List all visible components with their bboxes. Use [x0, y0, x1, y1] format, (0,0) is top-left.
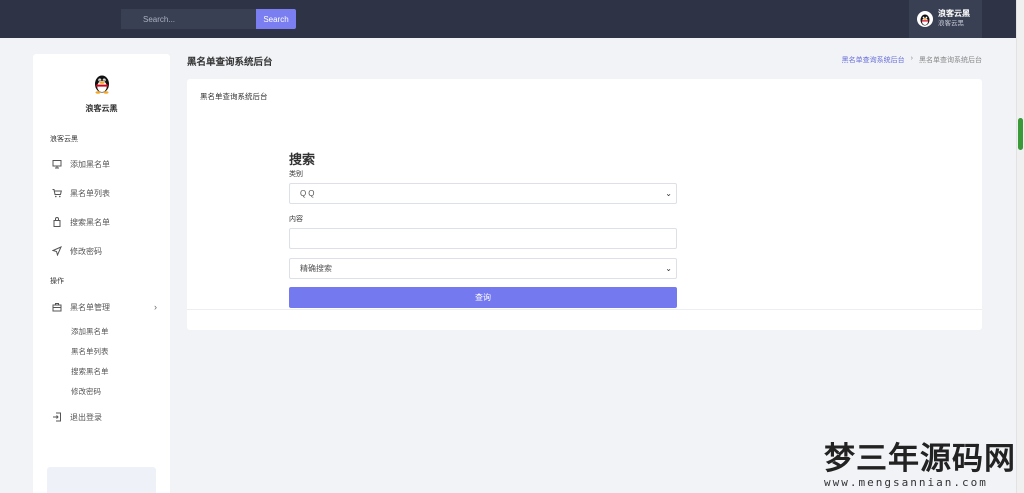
sidebar-item-label: 修改密码	[70, 246, 102, 256]
sidebar-item-blacklist-list[interactable]: 黑名单列表	[51, 186, 161, 200]
sidebar-item-label: 退出登录	[70, 412, 102, 422]
search-input[interactable]	[121, 9, 256, 29]
cart-icon	[51, 187, 63, 199]
category-label: 类别	[289, 171, 303, 178]
watermark-title: 梦三年源码网	[824, 441, 1016, 477]
sidebar-item-change-password[interactable]: 修改密码	[51, 244, 161, 258]
sidebar: 浪客云黑 浪客云黑 添加黑名单 黑名单列表 搜索黑名单 修改密码 操作 黑名单管…	[33, 54, 170, 493]
top-bar: Search 浪客云黑 浪客云黑	[0, 0, 1016, 38]
query-button[interactable]: 查询	[289, 287, 677, 308]
card-divider	[187, 309, 982, 310]
sidebar-item-label: 搜索黑名单	[70, 217, 110, 227]
sidebar-item-logout[interactable]: 退出登录	[51, 410, 161, 424]
chevron-down-icon: ⌄	[665, 264, 672, 273]
card-header: 黑名单查询系统后台	[200, 92, 268, 101]
sidebar-item-label: 添加黑名单	[70, 159, 110, 169]
send-icon	[51, 245, 63, 257]
breadcrumb-current: 黑名单查询系统后台	[919, 57, 982, 64]
section-title-ops: 操作	[50, 278, 64, 285]
sub-item-add-blacklist[interactable]: 添加黑名单	[71, 326, 109, 337]
search-mode-value: 精确搜索	[300, 264, 332, 273]
page-title: 黑名单查询系统后台	[187, 57, 273, 68]
section-title-main: 浪客云黑	[50, 136, 78, 143]
briefcase-icon	[51, 301, 63, 313]
sidebar-item-add-blacklist[interactable]: 添加黑名单	[51, 157, 161, 171]
form-title: 搜索	[289, 152, 316, 167]
watermark-url: www.mengsannian.com	[824, 476, 988, 489]
logout-icon	[51, 411, 63, 423]
monitor-icon	[51, 158, 63, 170]
breadcrumb-link[interactable]: 黑名单查询系统后台	[842, 55, 905, 65]
content-label: 内容	[289, 216, 303, 223]
search-mode-select[interactable]: 精确搜索 ⌄	[289, 258, 677, 279]
penguin-avatar-icon	[917, 11, 933, 27]
sidebar-item-label: 黑名单列表	[70, 188, 110, 198]
page-scrollbar[interactable]	[1016, 0, 1024, 493]
brand: 浪客云黑	[33, 72, 170, 114]
chevron-right-icon: ›	[154, 302, 157, 312]
sidebar-item-blacklist-manage[interactable]: 黑名单管理 ›	[51, 300, 161, 314]
search-button[interactable]: Search	[256, 9, 296, 29]
chevron-down-icon: ⌄	[665, 189, 672, 198]
bag-icon	[51, 216, 63, 228]
user-menu[interactable]: 浪客云黑 浪客云黑	[909, 0, 982, 38]
sub-item-blacklist-list[interactable]: 黑名单列表	[71, 346, 109, 357]
sidebar-item-label: 黑名单管理	[70, 302, 110, 312]
category-select[interactable]: QQ ⌄	[289, 183, 677, 204]
category-value: QQ	[300, 189, 317, 198]
main-card: 黑名单查询系统后台 搜索 类别 QQ ⌄ 内容 精确搜索 ⌄ 查询	[187, 79, 982, 330]
watermark: 梦三年源码网 www.mengsannian.com	[824, 442, 1020, 489]
search-form: 搜索 类别 QQ ⌄ 内容 精确搜索 ⌄ 查询	[289, 149, 677, 308]
sidebar-promo-card	[47, 467, 156, 493]
user-name: 浪客云黑	[938, 9, 970, 18]
sidebar-item-search-blacklist[interactable]: 搜索黑名单	[51, 215, 161, 229]
breadcrumb-separator-icon: ›	[910, 55, 913, 62]
content-input[interactable]	[289, 228, 677, 249]
scrollbar-thumb[interactable]	[1018, 118, 1023, 150]
user-role: 浪客云黑	[938, 20, 964, 27]
brand-name: 浪客云黑	[85, 104, 118, 113]
sub-item-change-password[interactable]: 修改密码	[71, 386, 101, 397]
breadcrumb: 黑名单查询系统后台 › 黑名单查询系统后台	[842, 55, 982, 65]
penguin-logo-icon	[91, 72, 113, 94]
sub-item-search-blacklist[interactable]: 搜索黑名单	[71, 366, 109, 377]
search-bar: Search	[121, 9, 296, 29]
